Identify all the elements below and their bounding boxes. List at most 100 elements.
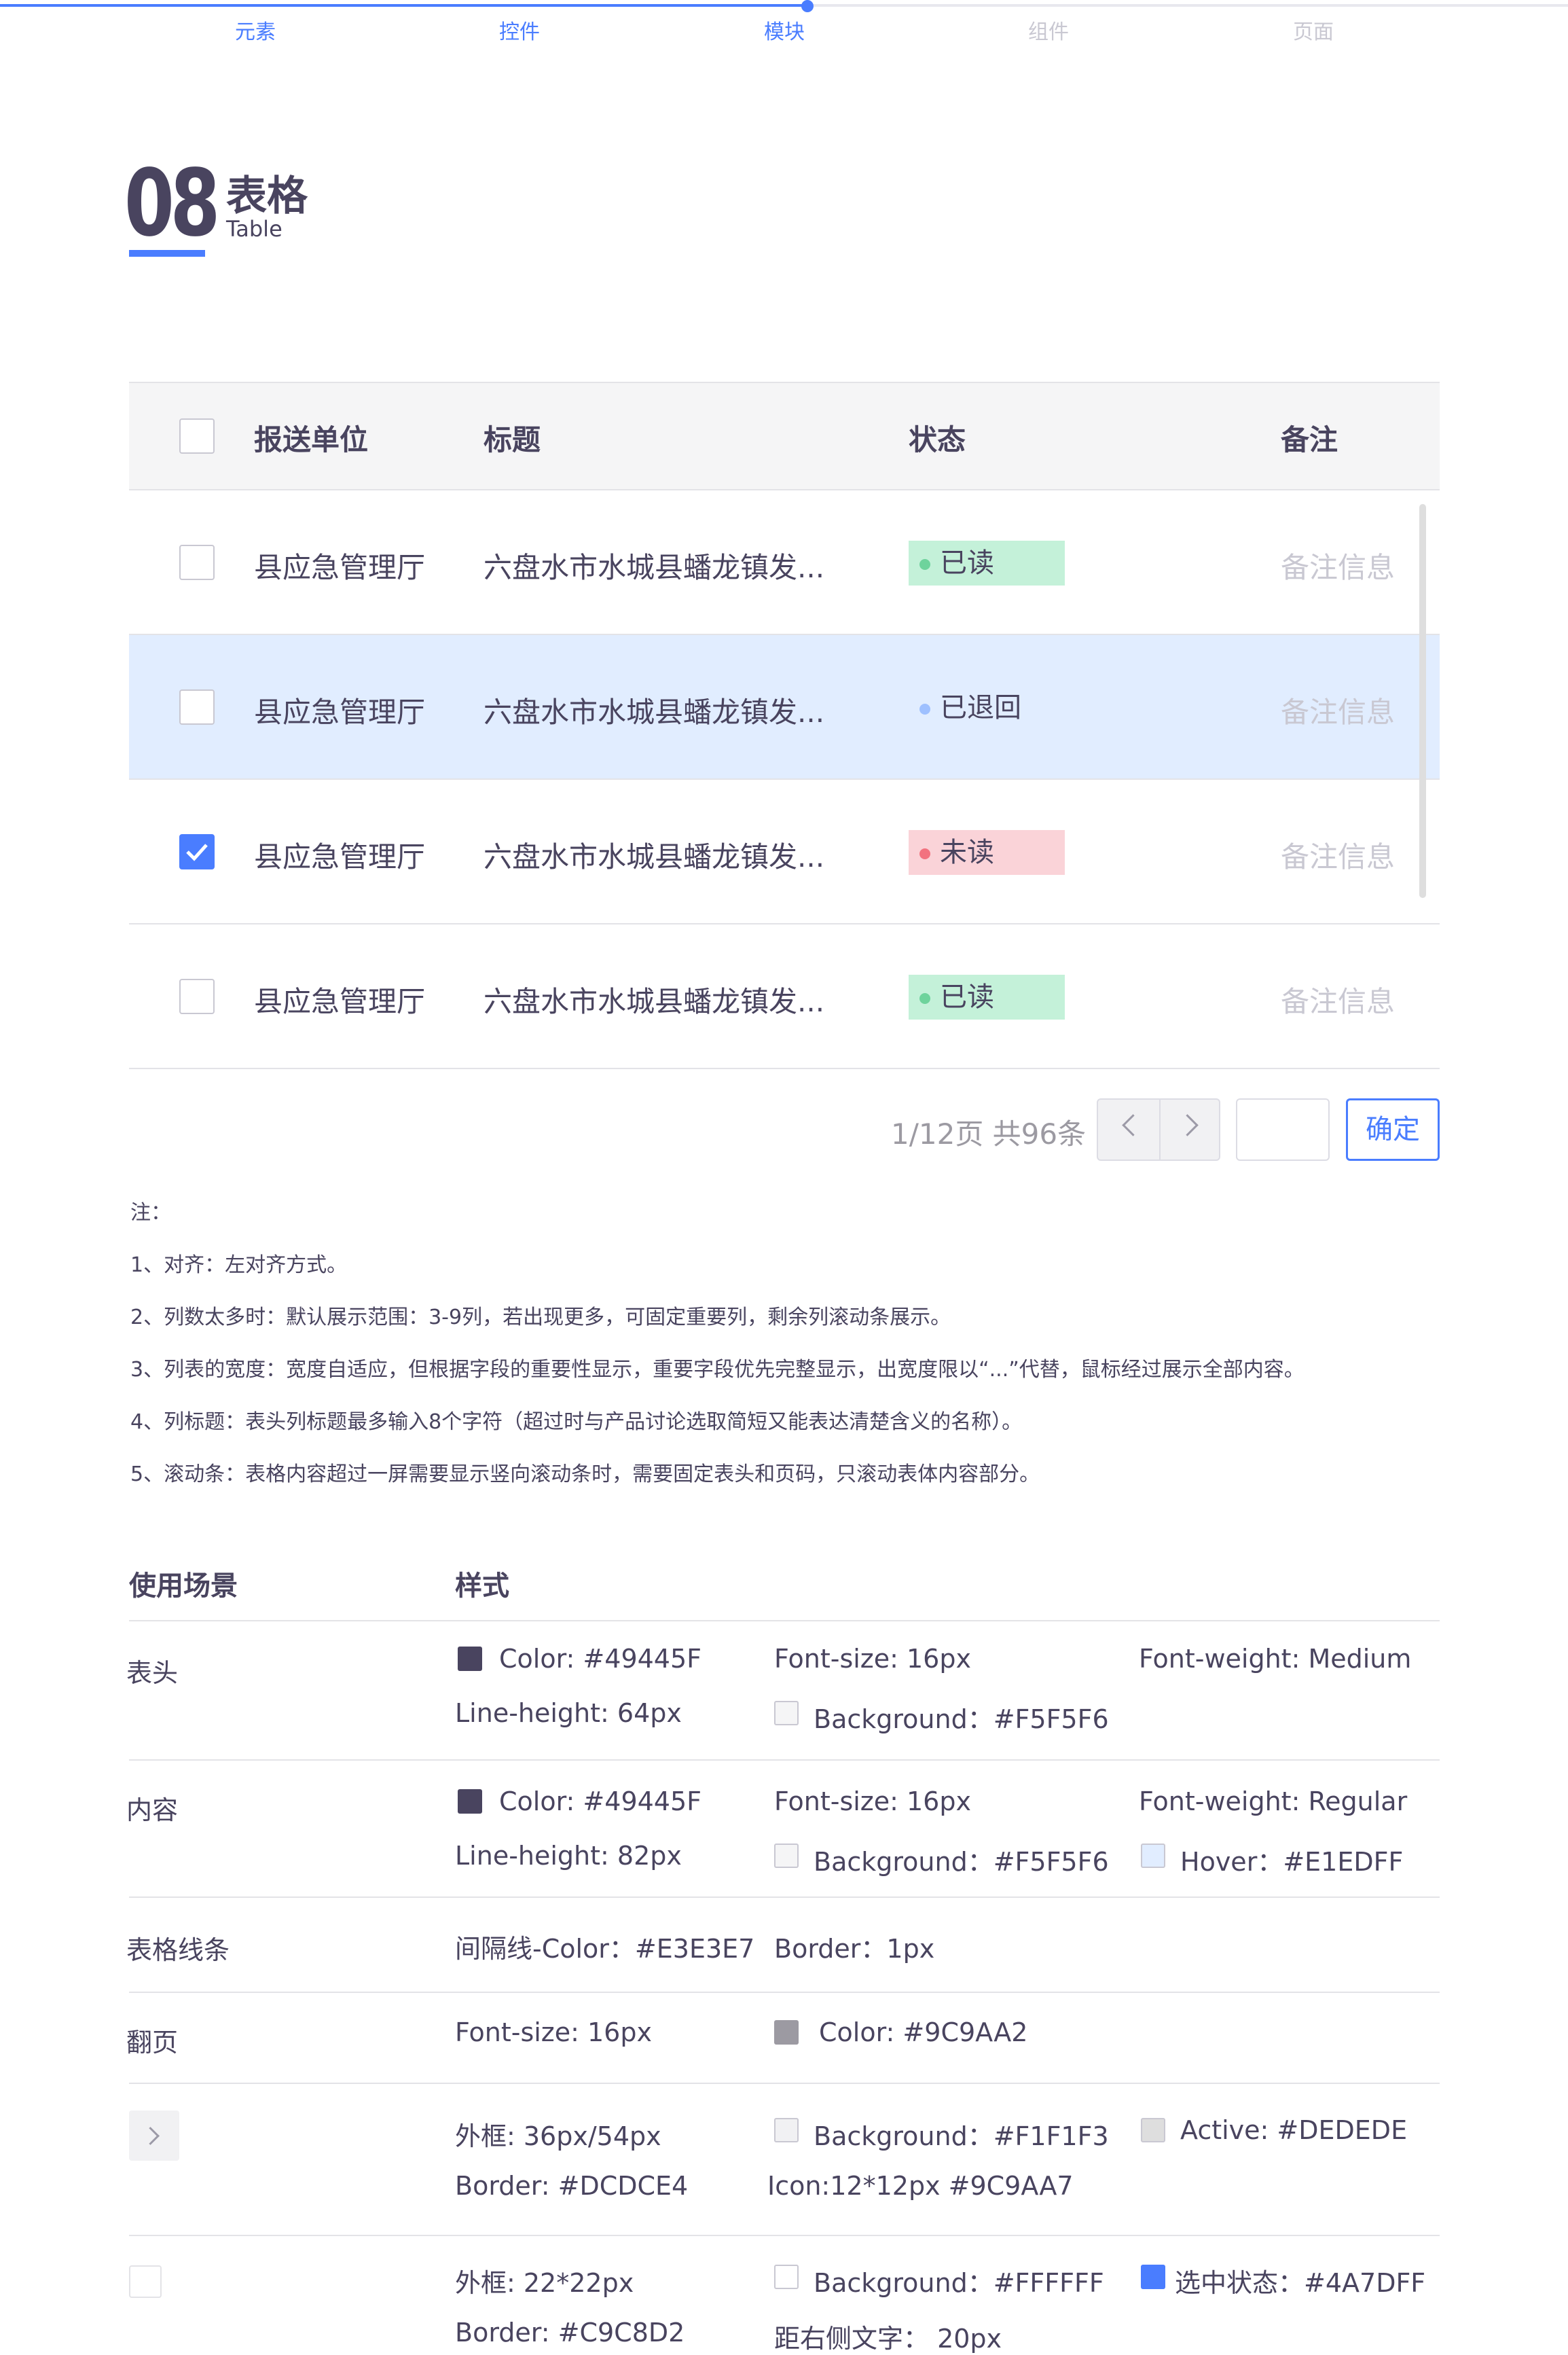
- status-dot-icon: [919, 848, 930, 859]
- table-row[interactable]: 县应急管理厅 六盘水市水城县蟠龙镇发... 未读 备注信息: [129, 780, 1440, 924]
- col-header-note[interactable]: 备注: [1281, 417, 1338, 459]
- spec-value: Color: #49445F: [499, 1786, 702, 1816]
- vertical-scrollbar[interactable]: [1419, 504, 1426, 898]
- col-header-unit[interactable]: 报送单位: [254, 417, 368, 459]
- cell-unit: 县应急管理厅: [254, 551, 426, 584]
- note-item: 4、列标题：表头列标题最多输入8个字符（超过时与产品讨论选取简短又能表达清楚含义…: [130, 1410, 1023, 1434]
- cell-note: 备注信息: [1281, 696, 1396, 729]
- confirm-button[interactable]: 确定: [1346, 1098, 1440, 1161]
- notes-heading: 注：: [130, 1201, 171, 1225]
- page-number-input[interactable]: [1236, 1098, 1330, 1161]
- data-table: 报送单位 标题 状态 备注 县应急管理厅 六盘水市水城县蟠龙镇发... 已读 备…: [129, 382, 1440, 1075]
- section-title: 表格: [226, 173, 308, 220]
- spec-value: Hover：#E1EDFF: [1180, 1847, 1404, 1877]
- nav-tab-elements[interactable]: 元素: [187, 15, 323, 45]
- spec-value: Color: #49445F: [499, 1644, 702, 1674]
- nav-tab-modules[interactable]: 模块: [716, 15, 852, 45]
- spec-value: Background：#F1F1F3: [814, 2121, 1109, 2151]
- spec-value: Font-size: 16px: [774, 1786, 971, 1816]
- cell-title[interactable]: 六盘水市水城县蟠龙镇发...: [484, 979, 824, 1020]
- spec-value: 外框: 36px/54px: [455, 2121, 661, 2151]
- spec-value: Font-weight: Medium: [1139, 1644, 1412, 1674]
- cell-unit: 县应急管理厅: [254, 840, 426, 874]
- spec-value: Background：#F5F5F6: [814, 1704, 1109, 1734]
- sample-checkbox[interactable]: [129, 2265, 162, 2298]
- col-header-status[interactable]: 状态: [909, 417, 966, 459]
- cell-note: 备注信息: [1281, 551, 1396, 584]
- spec-label-header: 表头: [126, 1658, 179, 1688]
- color-swatch: [774, 2118, 799, 2142]
- cell-unit: 县应急管理厅: [254, 696, 426, 729]
- chevron-left-icon[interactable]: [1122, 1114, 1144, 1136]
- section-number: 08: [124, 150, 220, 257]
- spec-col-scene: 使用场景: [129, 1570, 238, 1602]
- note-item: 5、滚动条：表格内容超过一屏需要显示竖向滚动条时，需要固定表头和页码，只滚动表体…: [130, 1462, 1040, 1486]
- spec-value: Border：1px: [774, 1934, 935, 1964]
- note-item: 1、对齐：左对齐方式。: [130, 1253, 348, 1277]
- progress-fill: [0, 4, 808, 7]
- nav-tab-pages[interactable]: 页面: [1245, 15, 1381, 45]
- spec-value: Color: #9C9AA2: [819, 2017, 1028, 2047]
- section-underline: [129, 250, 205, 257]
- status-badge: 已读: [909, 975, 1065, 1020]
- sample-pager-button[interactable]: [129, 2110, 179, 2161]
- spec-label-lines: 表格线条: [126, 1935, 230, 1965]
- table-row[interactable]: 县应急管理厅 六盘水市水城县蟠龙镇发... 已读 备注信息: [129, 490, 1440, 635]
- status-dot-icon: [919, 559, 930, 570]
- row-checkbox[interactable]: [179, 979, 215, 1014]
- color-swatch: [774, 1844, 799, 1868]
- status-dot-icon: [919, 704, 930, 715]
- cell-title[interactable]: 六盘水市水城县蟠龙镇发...: [484, 689, 824, 731]
- color-swatch: [774, 2265, 799, 2289]
- color-swatch: [774, 1701, 799, 1725]
- status-badge: 已退回: [909, 685, 1065, 730]
- pagination-info: 1/12页 共96条: [891, 1117, 1087, 1151]
- spec-value: Icon:12*12px #9C9AA7: [767, 2171, 1074, 2201]
- spec-value: 间隔线-Color：#E3E3E7: [455, 1934, 755, 1964]
- spec-divider: [129, 2083, 1440, 2084]
- cell-title[interactable]: 六盘水市水城县蟠龙镇发...: [484, 834, 824, 876]
- spec-label-content: 内容: [126, 1795, 179, 1825]
- spec-value: Background：#FFFFFF: [814, 2268, 1104, 2298]
- spec-divider: [129, 1759, 1440, 1761]
- cell-note: 备注信息: [1281, 840, 1396, 874]
- status-badge: 已读: [909, 541, 1065, 586]
- spec-value: Line-height: 64px: [455, 1698, 682, 1728]
- color-swatch: [458, 1647, 482, 1671]
- note-item: 2、列数太多时：默认展示范围：3-9列，若出现更多，可固定重要列，剩余列滚动条展…: [130, 1306, 951, 1329]
- cell-title[interactable]: 六盘水市水城县蟠龙镇发...: [484, 545, 824, 586]
- spec-divider: [129, 2235, 1440, 2236]
- row-checkbox[interactable]: [179, 689, 215, 725]
- spec-value: Border: #C9C8D2: [455, 2318, 685, 2348]
- color-swatch: [458, 1789, 482, 1814]
- chevron-right-icon[interactable]: [1176, 1114, 1199, 1136]
- color-swatch: [1141, 2265, 1165, 2289]
- spec-col-style: 样式: [455, 1570, 509, 1602]
- row-checkbox[interactable]: [179, 545, 215, 580]
- spec-value: 选中状态：#4A7DFF: [1175, 2268, 1426, 2298]
- spec-value: Font-size: 16px: [455, 2017, 652, 2047]
- spec-value: Font-size: 16px: [774, 1644, 971, 1674]
- spec-divider: [129, 1896, 1440, 1898]
- table-row[interactable]: 县应急管理厅 六盘水市水城县蟠龙镇发... 已退回 备注信息: [129, 635, 1440, 780]
- pager-buttons: [1097, 1098, 1220, 1161]
- spec-divider: [129, 1992, 1440, 1993]
- spec-divider: [129, 1620, 1440, 1621]
- nav-tab-controls[interactable]: 控件: [452, 15, 587, 45]
- spec-value: Line-height: 82px: [455, 1841, 682, 1871]
- spec-value: Background：#F5F5F6: [814, 1847, 1109, 1877]
- row-checkbox-checked[interactable]: [179, 834, 215, 869]
- table-row[interactable]: 县应急管理厅 六盘水市水城县蟠龙镇发... 已读 备注信息: [129, 924, 1440, 1069]
- select-all-checkbox[interactable]: [179, 418, 215, 454]
- color-swatch: [1141, 2118, 1165, 2142]
- status-badge: 未读: [909, 830, 1065, 875]
- nav-tab-components[interactable]: 组件: [981, 15, 1116, 45]
- color-swatch: [774, 2020, 799, 2045]
- pager-divider: [1159, 1100, 1161, 1159]
- spec-value: 外框: 22*22px: [455, 2268, 634, 2298]
- status-dot-icon: [919, 993, 930, 1004]
- col-header-title[interactable]: 标题: [484, 417, 541, 459]
- checkmark-icon: [186, 844, 208, 861]
- section-subtitle: Table: [226, 216, 282, 242]
- chevron-right-icon: [141, 2127, 160, 2145]
